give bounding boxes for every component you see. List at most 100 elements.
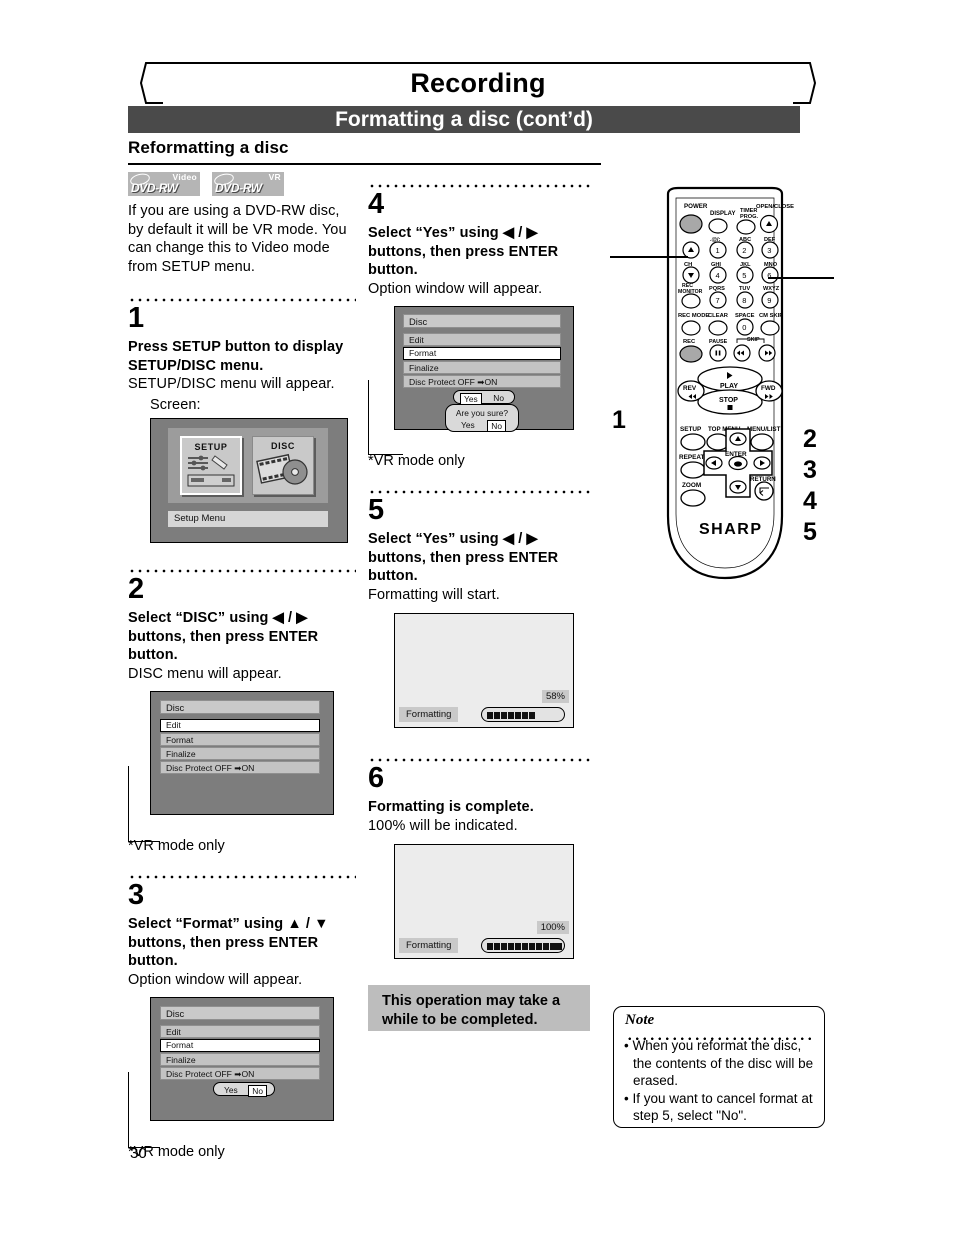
- manual-page: Recording Formatting a disc (cont’d) Ref…: [0, 0, 954, 1235]
- option-no[interactable]: No: [490, 393, 507, 403]
- setup-menu-label: Setup Menu: [168, 511, 328, 527]
- disc-menu-item-edit[interactable]: Edit: [403, 333, 561, 346]
- step-5-sub: Formatting will start.: [368, 586, 500, 603]
- step-divider-dots: [368, 484, 590, 494]
- note-item: If you want to cancel format at step 5, …: [624, 1090, 816, 1125]
- tile-setup[interactable]: SETUP: [180, 436, 242, 495]
- section-title-bar: Formatting a disc (cont’d): [128, 106, 800, 133]
- confirm-yes[interactable]: Yes: [458, 420, 478, 430]
- svg-text:WXYZ: WXYZ: [763, 286, 780, 292]
- formatting-label: Formatting: [399, 707, 459, 722]
- callout-line-2-end: [832, 277, 834, 279]
- disc-menu-item-format[interactable]: Format: [160, 733, 320, 746]
- svg-text:SHARP: SHARP: [699, 521, 763, 538]
- disc-menu-item-format[interactable]: Format: [403, 347, 561, 360]
- option-yes[interactable]: Yes: [221, 1085, 241, 1095]
- step-divider-dots: [128, 292, 356, 302]
- step-divider-dots: [128, 869, 356, 879]
- svg-text:SKIP: SKIP: [747, 337, 760, 343]
- svg-text:REPEAT: REPEAT: [679, 454, 705, 461]
- subsection-rule: [128, 163, 601, 165]
- disc-menu-item-finalize[interactable]: Finalize: [403, 361, 561, 374]
- disc-menu-item-disc-protect[interactable]: Disc Protect OFF ➡ON: [160, 761, 320, 774]
- step-number-5: 5: [368, 494, 385, 526]
- setup-disc-screen: SETUP DISC Setup Menu: [150, 418, 348, 543]
- disc-menu-item-finalize[interactable]: Finalize: [160, 747, 320, 760]
- svg-text:SETUP: SETUP: [680, 426, 702, 433]
- disc-menu-item-edit[interactable]: Edit: [160, 719, 320, 732]
- svg-text:CLEAR: CLEAR: [708, 313, 729, 319]
- svg-text:PLAY: PLAY: [720, 383, 738, 390]
- confirm-question: Are you sure?: [455, 408, 509, 418]
- badge-mode-label: VR: [268, 172, 281, 182]
- subsection-header: Reformatting a disc: [128, 138, 603, 165]
- disc-menu-item-format[interactable]: Format: [160, 1039, 320, 1052]
- svg-text:1: 1: [716, 246, 720, 255]
- page-title: Recording: [410, 68, 546, 98]
- disc-menu-item-edit[interactable]: Edit: [160, 1025, 320, 1038]
- option-window-step3: Yes No: [213, 1082, 275, 1097]
- note-title: Note: [625, 1012, 655, 1028]
- formatting-progress-bar: [481, 938, 565, 953]
- formatting-progress-bar: [481, 707, 565, 722]
- tile-disc-label: DISC: [271, 441, 295, 451]
- svg-text:PQRS: PQRS: [709, 286, 725, 292]
- note-divider-dots: [626, 1032, 812, 1040]
- vr-leader-line: [128, 1072, 160, 1148]
- confirm-dialog: Are you sure? Yes No: [445, 404, 519, 432]
- step-6-heading: Formatting is complete.: [368, 799, 534, 815]
- disc-menu-screen-step2: Disc Edit Format Finalize Disc Protect O…: [150, 691, 334, 815]
- column-left: Video DVD-RW VR DVD-RW If you are using …: [128, 171, 360, 1161]
- svg-text:DISPLAY: DISPLAY: [710, 211, 735, 217]
- svg-text:PROG.: PROG.: [740, 214, 758, 220]
- step-divider-dots: [368, 752, 590, 762]
- subsection-title: Reformatting a disc: [128, 138, 289, 157]
- disc-menu-item-finalize[interactable]: Finalize: [160, 1053, 320, 1066]
- formatting-screen-100: 100% Formatting: [394, 844, 574, 959]
- badge-main-label: DVD-RW: [131, 181, 178, 195]
- svg-text:7: 7: [716, 296, 720, 305]
- disc-menu-screen-step3: Disc Edit Format Finalize Disc Protect O…: [150, 997, 334, 1121]
- svg-text:4: 4: [716, 271, 720, 280]
- svg-text:2: 2: [742, 246, 746, 255]
- setup-tile-icon: [187, 455, 235, 487]
- disc-menu-item-disc-protect[interactable]: Disc Protect OFF ➡ON: [160, 1067, 320, 1080]
- svg-text:REV: REV: [683, 385, 697, 392]
- step-3-sub: Option window will appear.: [128, 971, 303, 988]
- svg-text:REC MODE: REC MODE: [678, 313, 709, 319]
- step-1-heading: Press SETUP button to display SETUP/DISC…: [128, 339, 344, 374]
- step-2-sub: DISC menu will appear.: [128, 665, 282, 682]
- column-middle: 4 Select “Yes” using ◀ / ▶ buttons, then…: [368, 178, 592, 959]
- intro-paragraph: If you are using a DVD-RW disc, by defau…: [128, 203, 347, 275]
- setup-disc-inner-panel: SETUP DISC: [168, 428, 328, 503]
- disc-menu-title: Disc: [160, 700, 320, 714]
- callout-line-2: [768, 277, 834, 279]
- formatting-screen-58: 58% Formatting: [394, 613, 574, 728]
- badge-dvd-rw-vr: VR DVD-RW: [212, 171, 284, 196]
- option-no[interactable]: No: [248, 1085, 267, 1097]
- step-number-6: 6: [368, 762, 385, 794]
- svg-text:5: 5: [742, 271, 746, 280]
- vr-mode-note-step2: *VR mode only: [128, 838, 225, 854]
- callout-1: 1: [612, 406, 626, 434]
- tile-disc[interactable]: DISC: [252, 436, 314, 495]
- section-title: Formatting a disc (cont’d): [335, 108, 593, 131]
- svg-text:3: 3: [767, 246, 771, 255]
- svg-text:8: 8: [742, 296, 746, 305]
- svg-text:OPEN/CLOSE: OPEN/CLOSE: [756, 204, 794, 210]
- disc-menu-item-disc-protect[interactable]: Disc Protect OFF ➡ON: [403, 375, 561, 388]
- callout-2: 2: [803, 425, 817, 453]
- svg-text:CM SKIP: CM SKIP: [759, 313, 783, 319]
- callout-5: 5: [803, 518, 817, 546]
- tile-setup-label: SETUP: [194, 442, 228, 452]
- svg-text:9: 9: [767, 296, 771, 305]
- screen-caption: Screen:: [150, 396, 201, 413]
- step-2-heading: Select “DISC” using ◀ / ▶ buttons, then …: [128, 610, 319, 663]
- formatting-label: Formatting: [399, 938, 459, 953]
- confirm-no[interactable]: No: [487, 420, 506, 432]
- svg-text:STOP: STOP: [719, 397, 738, 404]
- callout-line-1: [610, 256, 688, 258]
- badge-main-label: DVD-RW: [215, 181, 262, 195]
- step-4-sub: Option window will appear.: [368, 280, 543, 297]
- vr-leader-line: [368, 380, 403, 455]
